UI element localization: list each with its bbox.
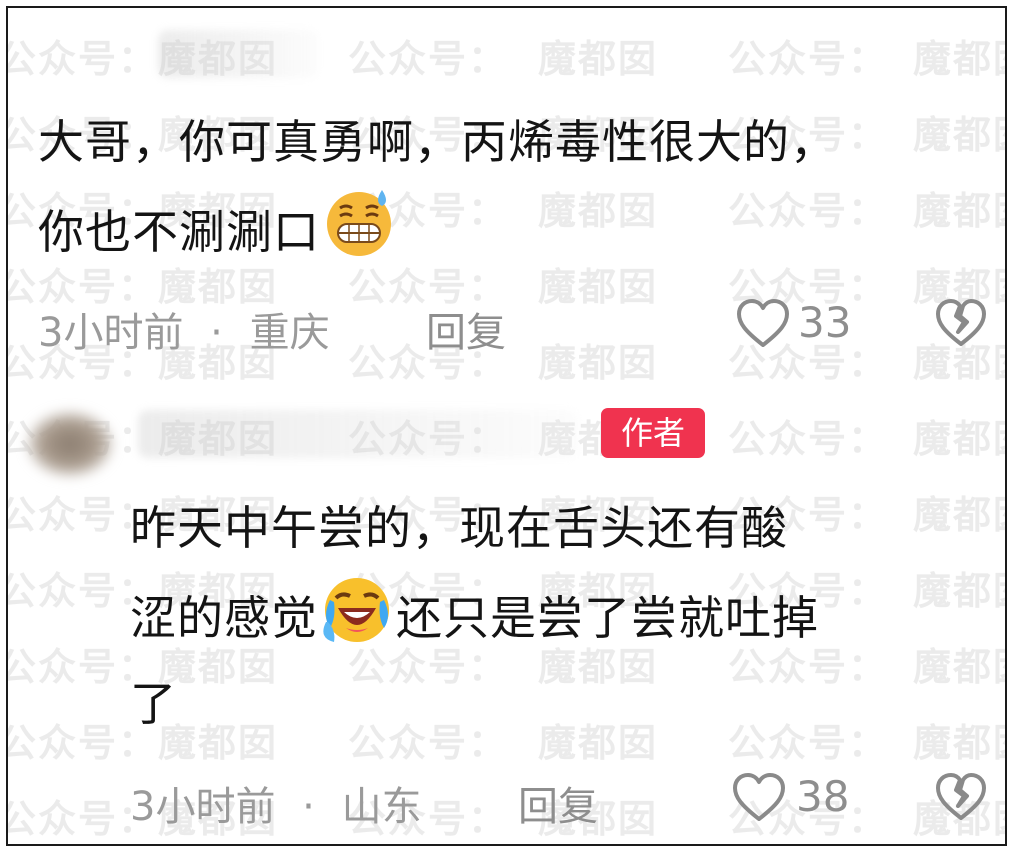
watermark-text: 公众号：: [348, 721, 509, 765]
comment-time: 3小时前: [130, 784, 276, 830]
grimacing-sweat-emoji: [322, 186, 396, 288]
comment-text-span: 涩的感觉: [130, 591, 318, 645]
comment-location: 山东: [341, 784, 422, 830]
reply-button[interactable]: 回复: [426, 300, 506, 358]
meta-separator: ·: [302, 784, 315, 830]
watermark-text: 魔都囡: [913, 189, 1005, 233]
username-blurred: [158, 30, 318, 78]
author-badge: 作者: [601, 408, 705, 458]
watermark-text: 魔都囡: [913, 113, 1005, 157]
like-count: 38: [796, 772, 850, 821]
watermark-text: 魔都囡: [913, 721, 1005, 765]
comment-text-span: 你也不涮涮口: [38, 205, 320, 259]
comment-meta: 3小时前 · 山东: [130, 774, 422, 832]
comment-time: 3小时前: [38, 310, 184, 356]
watermark-text: 魔都囡: [913, 569, 1005, 613]
watermark-text: 魔都囡: [538, 265, 659, 309]
watermark-text: 魔都囡: [913, 417, 1005, 461]
watermark-text: 魔都囡: [913, 493, 1005, 537]
broken-heart-icon[interactable]: [934, 772, 988, 826]
watermark-text: 公众号：: [728, 37, 889, 81]
watermark-text: 公众号：: [728, 417, 889, 461]
watermark-text: 公众号：: [728, 721, 889, 765]
watermark-text: 魔都囡: [538, 189, 659, 233]
comment-list: 公众号：魔都囡公众号：魔都囡公众号：魔都囡公众号：魔都囡公众号：魔都囡公众号：魔…: [6, 6, 1007, 846]
heart-outline-icon[interactable]: [731, 772, 787, 828]
comment-meta: 3小时前 · 重庆: [38, 300, 330, 358]
meta-separator: ·: [210, 310, 223, 356]
rofl-crying-emoji: [320, 572, 394, 674]
comment-text-line: 你也不涮涮口: [38, 186, 398, 288]
comment-text-line: 涩的感觉 还只是尝了尝就吐掉: [130, 572, 819, 674]
watermark-text: 公众号：: [6, 37, 159, 81]
watermark-text: 魔都囡: [913, 37, 1005, 81]
watermark-text: 公众号：: [348, 37, 509, 81]
comment-location: 重庆: [249, 310, 330, 356]
broken-heart-icon[interactable]: [934, 298, 988, 352]
comment-text-line: 了: [130, 677, 177, 731]
avatar[interactable]: [28, 412, 112, 476]
like-count: 33: [798, 298, 852, 347]
reply-button[interactable]: 回复: [518, 774, 598, 832]
comment-text-line: 大哥，你可真勇啊，丙烯毒性很大的，: [38, 115, 837, 169]
watermark-text: 魔都囡: [913, 645, 1005, 689]
watermark-text: 魔都囡: [538, 37, 659, 81]
watermark-text: 魔都囡: [538, 721, 659, 765]
watermark-text: 公众号：: [728, 189, 889, 233]
heart-outline-icon[interactable]: [735, 298, 791, 354]
username-blurred: [138, 410, 578, 458]
watermark-text: 魔都囡: [538, 341, 659, 385]
comment-text-line: 昨天中午尝的，现在舌头还有酸: [130, 501, 788, 555]
comment-text-span: 还只是尝了尝就吐掉: [396, 591, 819, 645]
